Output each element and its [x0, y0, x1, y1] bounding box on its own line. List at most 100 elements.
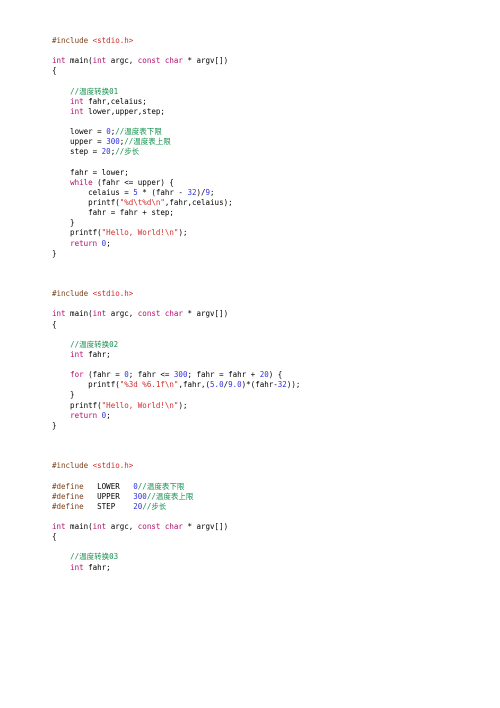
code-line: return 0; — [52, 411, 111, 420]
code-token: upper = — [52, 137, 106, 146]
code-token: ,fahr,( — [178, 380, 210, 389]
code-line: //温度转换03 — [52, 552, 118, 561]
code-token: int — [93, 309, 107, 318]
code-token: while — [70, 178, 93, 187]
code-token: (fahr <= upper) { — [93, 178, 174, 187]
code-token: } — [52, 421, 57, 430]
code-token — [52, 97, 70, 106]
code-token: int — [70, 350, 84, 359]
code-token: const — [138, 56, 161, 65]
code-line: //温度转换01 — [52, 87, 118, 96]
code-line: #include <stdio.h> — [52, 289, 133, 298]
code-line: printf("%d\t%d\n",fahr,celaius); — [52, 198, 233, 207]
code-token: )/ — [197, 188, 206, 197]
code-token: 5.0 — [210, 380, 224, 389]
code-token: * (fahr - — [138, 188, 188, 197]
code-token: STEP — [84, 502, 134, 511]
code-line: fahr = fahr + step; — [52, 208, 174, 217]
code-token: #include — [52, 36, 93, 45]
code-token: const — [138, 522, 161, 531]
code-token: 20 — [260, 370, 269, 379]
code-line: lower = 0;//温度表下限 — [52, 127, 162, 136]
code-token: //温度转换01 — [70, 87, 118, 96]
code-token: //温度表上限 — [147, 492, 194, 501]
code-token: ; fahr = fahr + — [187, 370, 259, 379]
code-token: printf( — [52, 198, 120, 207]
code-token: int — [52, 522, 66, 531]
code-token: } — [52, 249, 57, 258]
code-token — [52, 239, 70, 248]
code-line: #include <stdio.h> — [52, 461, 133, 470]
code-line: int main(int argc, const char * argv[]) — [52, 309, 228, 318]
code-token: { — [52, 320, 57, 329]
code-token: //步长 — [142, 502, 166, 511]
code-token: 20 — [102, 147, 111, 156]
code-token: { — [52, 66, 57, 75]
code-line: #define STEP 20//步长 — [52, 502, 166, 511]
code-token: //温度表上限 — [124, 137, 171, 146]
code-block: #include <stdio.h> int main(int argc, co… — [52, 36, 460, 573]
code-token: fahr = fahr + step; — [52, 208, 174, 217]
code-token: 300 — [133, 492, 147, 501]
code-line: step = 20;//步长 — [52, 147, 139, 156]
code-token: //温度表下限 — [115, 127, 162, 136]
code-token: <stdio.h> — [93, 461, 134, 470]
code-token: int — [70, 107, 84, 116]
code-line: } — [52, 390, 75, 399]
code-token: #define — [52, 502, 84, 511]
code-token: )*(fahr- — [242, 380, 278, 389]
code-token: int — [52, 56, 66, 65]
code-token: #define — [52, 492, 84, 501]
code-token: "%3d %6.1f\n" — [120, 380, 179, 389]
code-token: * argv[]) — [183, 522, 228, 531]
code-line: #define LOWER 0//温度表下限 — [52, 482, 184, 491]
code-token: argc, — [106, 309, 138, 318]
code-token: //步长 — [115, 147, 139, 156]
code-token — [52, 350, 70, 359]
code-token: int — [52, 309, 66, 318]
code-token: ) { — [269, 370, 283, 379]
code-line: int main(int argc, const char * argv[]) — [52, 56, 228, 65]
code-token: ; fahr <= — [129, 370, 174, 379]
code-line: int main(int argc, const char * argv[]) — [52, 522, 228, 531]
code-line: upper = 300;//温度表上限 — [52, 137, 171, 146]
code-line: int fahr; — [52, 350, 111, 359]
code-token: argc, — [106, 56, 138, 65]
code-token: printf( — [52, 380, 120, 389]
code-token: for — [70, 370, 84, 379]
code-token: 9.0 — [228, 380, 242, 389]
code-token: char — [165, 309, 183, 318]
code-line: return 0; — [52, 239, 111, 248]
code-line: celaius = 5 * (fahr - 32)/9; — [52, 188, 215, 197]
code-token: fahr,celaius; — [84, 97, 147, 106]
code-token: //温度转换03 — [70, 552, 118, 561]
code-token: printf( — [52, 228, 102, 237]
code-token: <stdio.h> — [93, 36, 134, 45]
code-token — [52, 340, 70, 349]
code-token: #include — [52, 289, 93, 298]
code-line: int lower,upper,step; — [52, 107, 165, 116]
code-token: ); — [178, 228, 187, 237]
code-token: )); — [287, 380, 301, 389]
code-token — [52, 178, 70, 187]
code-token: char — [165, 56, 183, 65]
code-line: } — [52, 249, 57, 258]
code-token: lower,upper,step; — [84, 107, 165, 116]
code-token: LOWER — [84, 482, 134, 491]
code-token: main( — [66, 309, 93, 318]
code-token: 300 — [106, 137, 120, 146]
code-token: 32 — [278, 380, 287, 389]
code-token: argc, — [106, 522, 138, 531]
code-line: } — [52, 421, 57, 430]
code-line: printf("%3d %6.1f\n",fahr,(5.0/9.0)*(fah… — [52, 380, 300, 389]
code-token: int — [93, 56, 107, 65]
code-token: //温度表下限 — [138, 482, 185, 491]
code-line: printf("Hello, World!\n"); — [52, 228, 187, 237]
code-token — [52, 370, 70, 379]
code-token: "%d\t%d\n" — [120, 198, 165, 207]
code-token: } — [52, 390, 75, 399]
code-token: #define — [52, 482, 84, 491]
code-token: fahr; — [84, 350, 111, 359]
code-line: #define UPPER 300//温度表上限 — [52, 492, 193, 501]
code-line: int fahr; — [52, 563, 111, 572]
